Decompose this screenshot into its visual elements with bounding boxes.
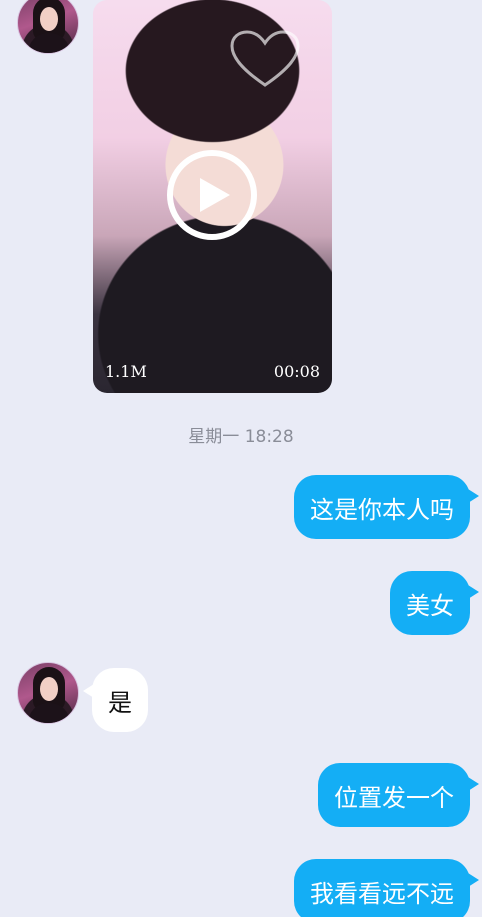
message-timestamp: 星期一 18:28 xyxy=(188,427,294,447)
message-text: 我看看远不远 xyxy=(310,879,454,908)
incoming-message-bubble[interactable]: 是 xyxy=(83,668,148,732)
video-file-size: 1.1M xyxy=(105,362,147,381)
contact-avatar[interactable] xyxy=(17,0,79,54)
video-message[interactable]: 1.1M 00:08 xyxy=(93,0,332,393)
video-duration: 00:08 xyxy=(273,362,320,381)
contact-avatar[interactable] xyxy=(17,662,79,724)
message-text: 美女 xyxy=(406,591,454,620)
message-text: 位置发一个 xyxy=(334,783,454,812)
chat-conversation: 1.1M 00:08 星期一 18:28 这是你本人吗 美女 是 位置发一个 我… xyxy=(0,0,482,917)
heart-decoration-icon xyxy=(230,30,300,87)
message-text: 是 xyxy=(108,688,132,717)
outgoing-message-bubble[interactable]: 我看看远不远 xyxy=(294,859,479,917)
outgoing-message-bubble[interactable]: 位置发一个 xyxy=(318,763,479,827)
outgoing-message-bubble[interactable]: 美女 xyxy=(390,571,479,635)
outgoing-message-bubble[interactable]: 这是你本人吗 xyxy=(294,475,479,539)
message-text: 这是你本人吗 xyxy=(310,495,454,524)
play-button[interactable] xyxy=(167,150,257,240)
play-icon xyxy=(200,178,230,212)
